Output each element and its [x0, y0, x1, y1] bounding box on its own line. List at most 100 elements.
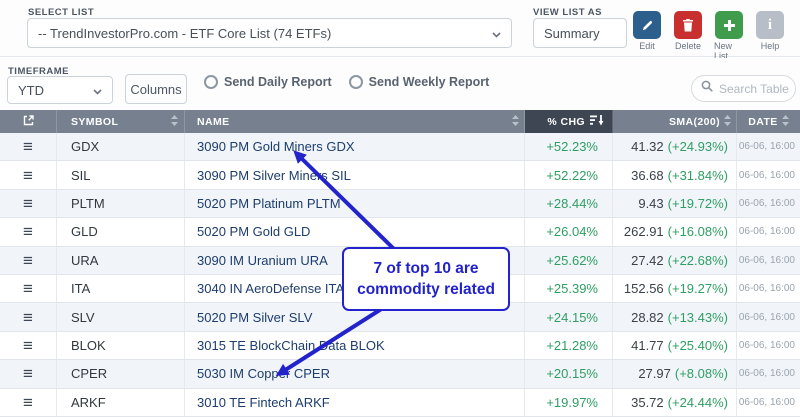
row-menu-cell: ≡	[0, 360, 57, 387]
table-row: ≡ BLOK 3015 TE BlockChain Data BLOK +21.…	[0, 332, 800, 360]
sma-cell: 41.32 (+24.93%)	[613, 133, 737, 160]
chevron-down-icon	[492, 26, 501, 41]
app-window: SELECT LIST -- TrendInvestorPro.com - ET…	[0, 0, 800, 417]
table-row: ≡ SIL 3090 PM Silver Miners SIL +52.22% …	[0, 161, 800, 189]
external-link-icon	[22, 114, 35, 130]
etf-name-link[interactable]: 5020 PM Silver SLV	[197, 310, 312, 325]
name-cell: 3010 TE Fintech ARKF	[185, 389, 525, 416]
sma-column-header[interactable]: SMA(200)	[613, 110, 737, 133]
etf-name-link[interactable]: 3040 IN AeroDefense ITA	[197, 281, 344, 296]
sma-change-value: (+16.08%)	[668, 224, 728, 239]
sma-cell: 27.42 (+22.68%)	[613, 247, 737, 274]
pct-change-cell: +20.15%	[525, 360, 613, 387]
expand-table-header[interactable]	[0, 110, 57, 133]
sma-change-value: (+31.84%)	[668, 168, 728, 183]
send-daily-report-radio[interactable]: Send Daily Report	[204, 75, 332, 89]
help-button[interactable]: i Help	[755, 11, 785, 61]
help-button-label: Help	[761, 41, 780, 51]
edit-button[interactable]: Edit	[632, 11, 662, 61]
symbol-cell: SIL	[57, 161, 185, 188]
symbol-header-label: SYMBOL	[71, 116, 118, 128]
send-daily-report-label: Send Daily Report	[224, 75, 332, 89]
radio-circle-icon	[204, 75, 218, 89]
delete-button[interactable]: Delete	[673, 11, 703, 61]
sma-value: 41.77	[631, 338, 664, 353]
date-cell: 06-06, 16:00	[737, 218, 800, 245]
name-cell: 3090 PM Silver Miners SIL	[185, 161, 525, 188]
etf-name-link[interactable]: 3090 IM Uranium URA	[197, 253, 328, 268]
etf-name-link[interactable]: 3090 PM Gold Miners GDX	[197, 139, 355, 154]
radio-circle-icon	[349, 75, 363, 89]
columns-button[interactable]: Columns	[125, 74, 187, 104]
sma-value: 41.32	[631, 139, 664, 154]
row-menu-cell: ≡	[0, 161, 57, 188]
date-cell: 06-06, 16:00	[737, 247, 800, 274]
row-menu-cell: ≡	[0, 247, 57, 274]
date-cell: 06-06, 16:00	[737, 389, 800, 416]
row-menu-icon[interactable]: ≡	[23, 167, 33, 184]
table-row: ≡ ARKF 3010 TE Fintech ARKF +19.97% 35.7…	[0, 389, 800, 417]
view-list-as-field[interactable]: Summary	[533, 18, 627, 48]
top-section: SELECT LIST -- TrendInvestorPro.com - ET…	[0, 0, 800, 57]
table-row: ≡ GLD 5020 PM Gold GLD +26.04% 262.91 (+…	[0, 218, 800, 246]
etf-name-link[interactable]: 5020 PM Gold GLD	[197, 224, 310, 239]
row-menu-icon[interactable]: ≡	[23, 223, 33, 240]
sma-header-label: SMA(200)	[669, 116, 720, 128]
sma-change-value: (+13.43%)	[668, 310, 728, 325]
row-menu-cell: ≡	[0, 303, 57, 330]
row-menu-icon[interactable]: ≡	[23, 195, 33, 212]
row-menu-cell: ≡	[0, 218, 57, 245]
timeframe-dropdown[interactable]: YTD	[7, 76, 113, 104]
etf-name-link[interactable]: 3010 TE Fintech ARKF	[197, 395, 330, 410]
pct-change-cell: +19.97%	[525, 389, 613, 416]
row-menu-icon[interactable]: ≡	[23, 138, 33, 155]
row-menu-cell: ≡	[0, 133, 57, 160]
select-list-dropdown[interactable]: -- TrendInvestorPro.com - ETF Core List …	[27, 18, 512, 48]
pct-change-cell: +28.44%	[525, 190, 613, 217]
row-menu-icon[interactable]: ≡	[23, 365, 33, 382]
symbol-cell: BLOK	[57, 332, 185, 359]
row-menu-icon[interactable]: ≡	[23, 394, 33, 411]
etf-name-link[interactable]: 3090 PM Silver Miners SIL	[197, 168, 351, 183]
sma-value: 9.43	[638, 196, 663, 211]
symbol-column-header[interactable]: SYMBOL	[57, 110, 185, 133]
symbol-cell: URA	[57, 247, 185, 274]
date-column-header[interactable]: DATE	[737, 110, 800, 133]
etf-name-link[interactable]: 3015 TE BlockChain Data BLOK	[197, 338, 385, 353]
sma-change-value: (+24.93%)	[668, 139, 728, 154]
row-menu-icon[interactable]: ≡	[23, 337, 33, 354]
name-cell: 5020 PM Platinum PLTM	[185, 190, 525, 217]
annotation-line2: commodity related	[357, 279, 495, 300]
name-column-header[interactable]: NAME	[185, 110, 525, 133]
row-menu-cell: ≡	[0, 389, 57, 416]
date-cell: 06-06, 16:00	[737, 161, 800, 188]
symbol-cell: ARKF	[57, 389, 185, 416]
sma-cell: 36.68 (+31.84%)	[613, 161, 737, 188]
date-cell: 06-06, 16:00	[737, 133, 800, 160]
row-menu-icon[interactable]: ≡	[23, 280, 33, 297]
symbol-cell: ITA	[57, 275, 185, 302]
sma-cell: 41.77 (+25.40%)	[613, 332, 737, 359]
send-weekly-report-radio[interactable]: Send Weekly Report	[349, 75, 490, 89]
new-list-button[interactable]: New List	[714, 11, 744, 61]
sma-change-value: (+19.27%)	[668, 281, 728, 296]
name-cell: 5020 PM Gold GLD	[185, 218, 525, 245]
sma-value: 262.91	[624, 224, 664, 239]
row-menu-icon[interactable]: ≡	[23, 309, 33, 326]
sma-change-value: (+19.72%)	[668, 196, 728, 211]
row-menu-icon[interactable]: ≡	[23, 252, 33, 269]
pct-change-cell: +24.15%	[525, 303, 613, 330]
chevron-down-icon	[93, 83, 102, 98]
view-list-as-label: VIEW LIST AS	[533, 7, 602, 18]
sma-value: 35.72	[631, 395, 664, 410]
date-cell: 06-06, 16:00	[737, 303, 800, 330]
search-table-input[interactable]	[719, 82, 789, 96]
pct-change-cell: +26.04%	[525, 218, 613, 245]
name-cell: 3090 PM Gold Miners GDX	[185, 133, 525, 160]
sma-cell: 28.82 (+13.43%)	[613, 303, 737, 330]
view-list-as-value: Summary	[544, 26, 600, 41]
pct-chg-column-header[interactable]: % CHG	[525, 110, 613, 133]
etf-name-link[interactable]: 5030 IM Copper CPER	[197, 366, 330, 381]
search-table-box[interactable]	[691, 75, 796, 102]
etf-name-link[interactable]: 5020 PM Platinum PLTM	[197, 196, 341, 211]
